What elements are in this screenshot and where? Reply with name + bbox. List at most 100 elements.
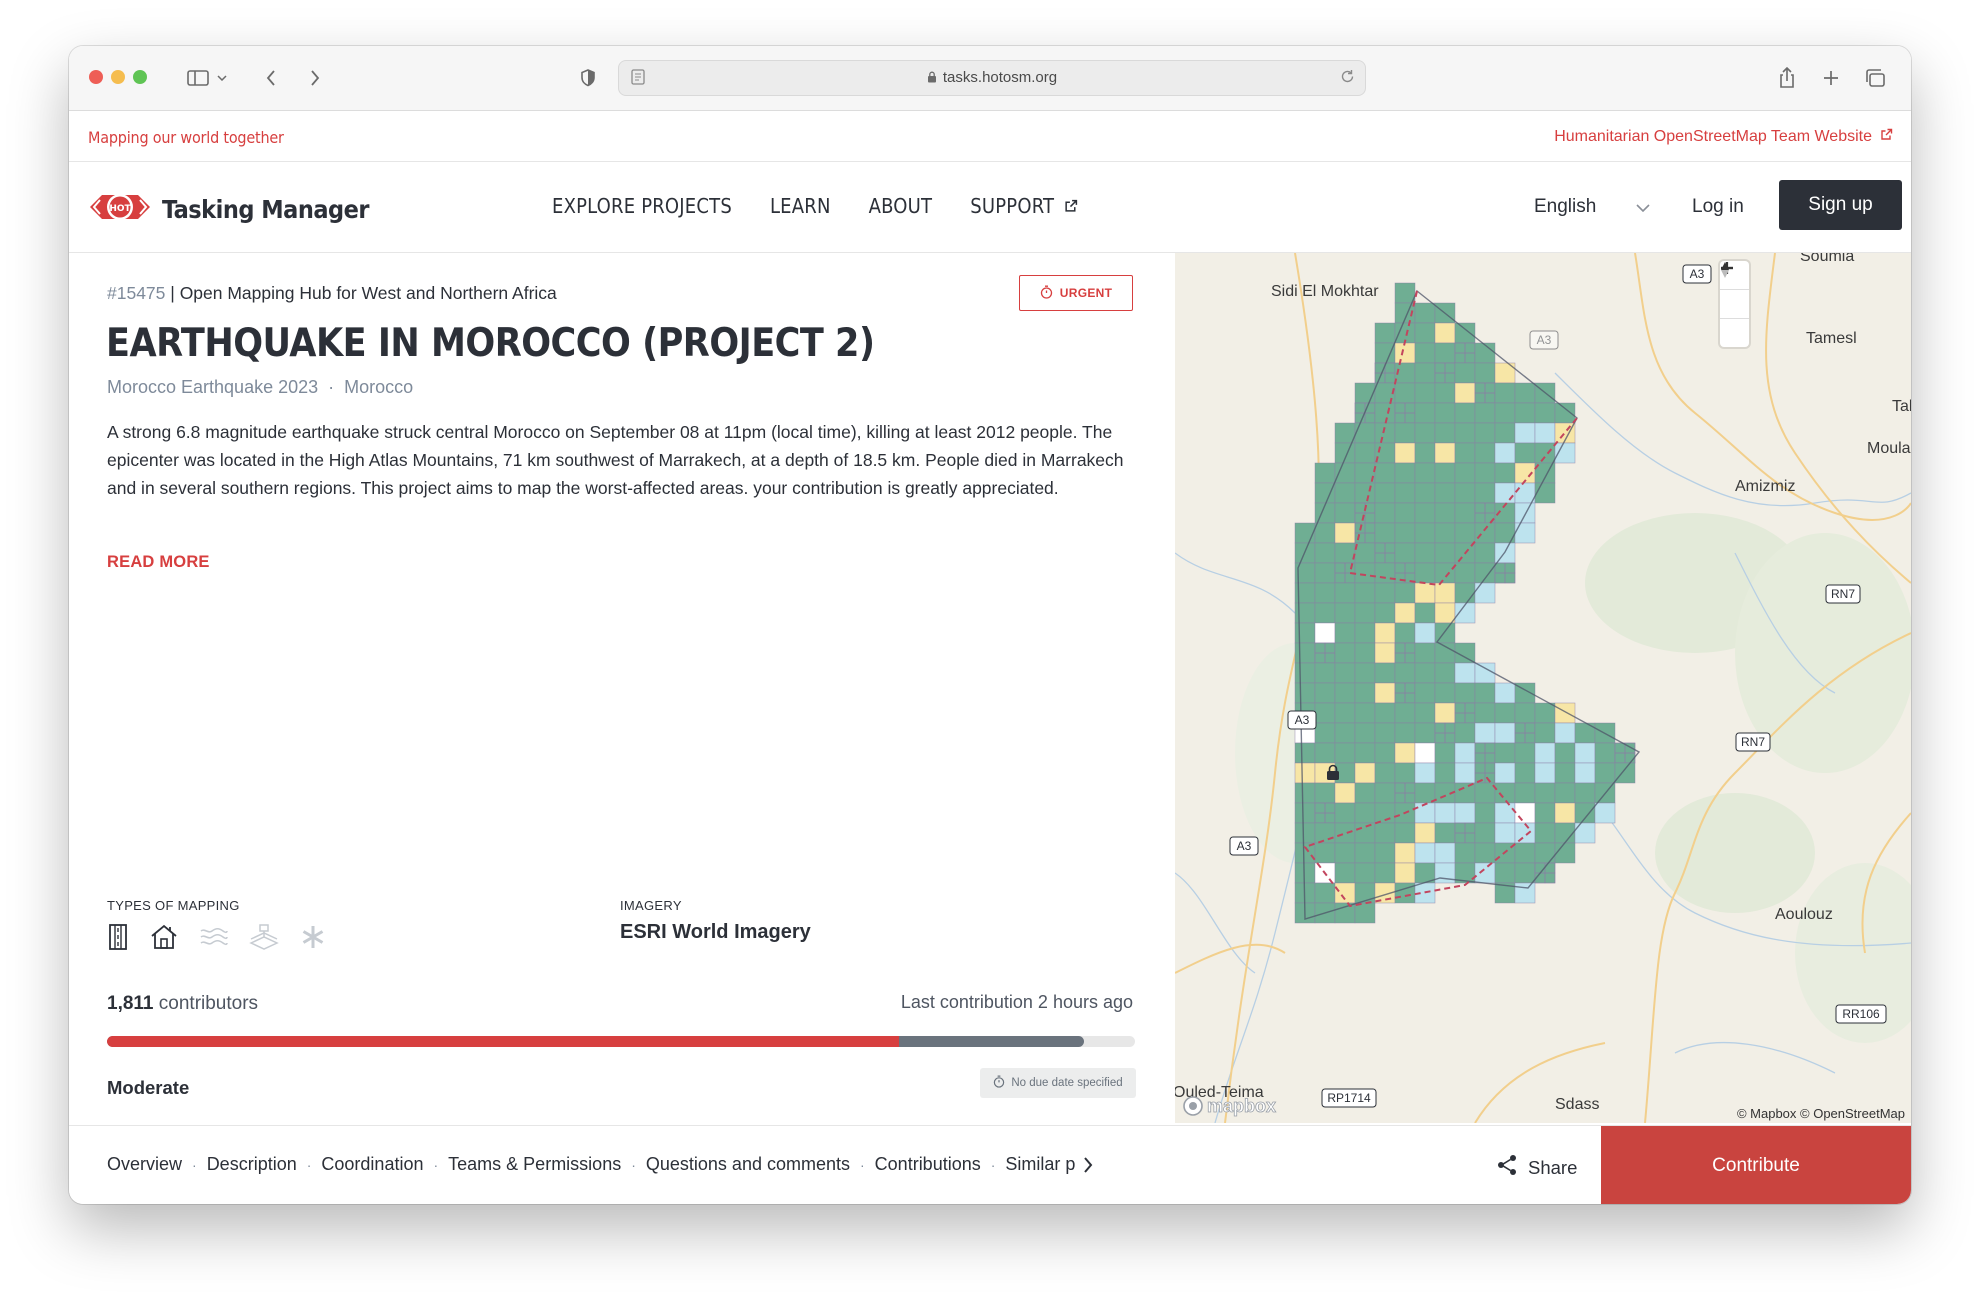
forward-icon[interactable] [305,62,325,94]
task-cell[interactable] [1494,862,1516,884]
task-cell[interactable] [1374,782,1396,804]
task-cell[interactable] [1314,602,1336,624]
task-cell[interactable] [1454,322,1476,344]
task-cell[interactable] [1554,742,1576,764]
task-cell[interactable] [1374,482,1396,504]
task-cell[interactable] [1434,422,1456,444]
task-cell[interactable] [1554,402,1576,424]
task-cell[interactable] [1394,662,1416,684]
task-cell[interactable] [1394,542,1416,564]
tab-teams-permissions[interactable]: Teams & Permissions [448,1154,621,1175]
task-cell[interactable] [1414,482,1436,504]
task-cell[interactable] [1414,462,1436,484]
task-cell[interactable] [1474,682,1496,704]
task-cell[interactable] [1294,742,1316,764]
task-cell[interactable] [1374,662,1396,684]
task-cell[interactable] [1394,822,1416,844]
task-cell[interactable] [1394,382,1416,404]
task-cell[interactable] [1374,822,1396,844]
task-cell[interactable] [1494,442,1516,464]
task-cell[interactable] [1314,562,1336,584]
task-cell[interactable] [1474,362,1496,384]
task-cell[interactable] [1354,702,1376,724]
task-cell[interactable] [1514,862,1536,884]
task-cell[interactable] [1474,442,1496,464]
task-cell[interactable] [1394,522,1416,544]
task-cell[interactable] [1314,582,1336,604]
task-cell[interactable] [1474,462,1496,484]
task-cell[interactable] [1374,322,1396,344]
login-button[interactable]: Log in [1692,196,1744,218]
task-cell[interactable] [1394,742,1416,764]
task-cell[interactable] [1414,602,1436,624]
task-cell[interactable] [1514,522,1536,544]
task-cell[interactable] [1514,382,1536,404]
tab-similar-projects[interactable]: Similar p [1005,1154,1075,1175]
task-cell[interactable] [1494,722,1516,744]
task-cell[interactable] [1514,502,1536,524]
task-cell[interactable] [1594,762,1616,784]
task-cell[interactable] [1374,422,1396,444]
share-button[interactable]: Share [1496,1154,1577,1181]
task-cell[interactable] [1354,442,1376,464]
task-cell[interactable] [1354,422,1376,444]
task-cell[interactable] [1474,842,1496,864]
task-cell[interactable] [1454,742,1476,764]
task-cell[interactable] [1354,802,1376,824]
task-cell[interactable] [1334,542,1356,564]
task-cell[interactable] [1454,442,1476,464]
task-cell[interactable] [1394,342,1416,364]
task-cell[interactable] [1474,542,1496,564]
task-cell[interactable] [1514,422,1536,444]
project-map[interactable]: Sidi El Mokhtar Soumia Tamesl Tal Moula … [1175,253,1911,1123]
task-cell[interactable] [1334,822,1356,844]
map-canvas[interactable]: Sidi El Mokhtar Soumia Tamesl Tal Moula … [1175,253,1911,1123]
task-cell[interactable] [1374,842,1396,864]
task-cell[interactable] [1334,602,1356,624]
task-cell[interactable] [1494,462,1516,484]
organisation-name[interactable]: Open Mapping Hub for West and Northern A… [180,283,557,303]
task-cell[interactable] [1394,602,1416,624]
task-cell[interactable] [1374,682,1396,704]
task-cell[interactable] [1434,482,1456,504]
task-cell[interactable] [1414,442,1436,464]
task-cell[interactable] [1474,802,1496,824]
task-cell[interactable] [1414,782,1436,804]
task-cell[interactable] [1514,442,1536,464]
task-cell[interactable] [1474,662,1496,684]
task-cell[interactable] [1514,762,1536,784]
task-cell[interactable] [1414,842,1436,864]
task-cell[interactable] [1374,762,1396,784]
country-tag[interactable]: Morocco [344,377,413,398]
task-cell[interactable] [1414,562,1436,584]
task-cell[interactable] [1454,382,1476,404]
task-cell[interactable] [1294,602,1316,624]
task-cell[interactable] [1354,562,1376,584]
task-cell[interactable] [1414,742,1436,764]
task-cell[interactable] [1554,762,1576,784]
task-cell[interactable] [1374,562,1396,584]
task-cell[interactable] [1314,522,1336,544]
campaign-tag[interactable]: Morocco Earthquake 2023 [107,377,318,398]
task-cell[interactable] [1434,682,1456,704]
task-cell[interactable] [1294,682,1316,704]
task-cell[interactable] [1614,762,1636,784]
task-cell[interactable] [1514,882,1536,904]
task-cell[interactable] [1414,642,1436,664]
task-cell[interactable] [1334,702,1356,724]
task-cell[interactable] [1534,402,1556,424]
task-cell[interactable] [1314,682,1336,704]
task-cell[interactable] [1514,742,1536,764]
task-cell[interactable] [1354,762,1376,784]
task-cell[interactable] [1334,482,1356,504]
tab-description[interactable]: Description [207,1154,297,1175]
task-cell[interactable] [1434,462,1456,484]
task-cell[interactable] [1334,522,1356,544]
task-cell[interactable] [1474,822,1496,844]
project-id[interactable]: #15475 [107,283,165,303]
task-cell[interactable] [1494,702,1516,724]
task-cell[interactable] [1374,582,1396,604]
task-cell[interactable] [1474,702,1496,724]
task-cell[interactable] [1314,742,1336,764]
task-cell[interactable] [1354,602,1376,624]
